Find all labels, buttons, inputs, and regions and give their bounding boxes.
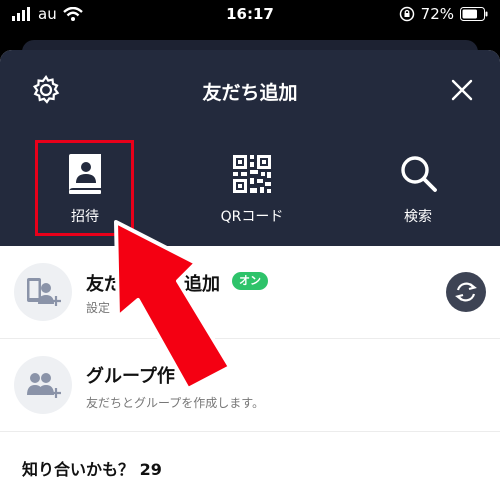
add-friends-sheet: 友だち追加 招待 QRコード 検索 友だ 追加 オン 設定 グループ作 友だちと… [0,50,500,488]
sheet-header: 友だち追加 招待 QRコード 検索 [0,50,500,246]
auto-add-title-start: 友だ [86,274,122,295]
orientation-lock-icon [399,6,414,22]
row-divider [0,431,500,432]
auto-add-subtitle: 設定 [86,301,111,315]
qr-code-icon [233,155,271,193]
phone-add-icon [27,278,61,306]
auto-add-avatar [14,263,72,321]
close-icon[interactable] [446,74,478,106]
invite-highlight-box [35,140,134,236]
auto-add-status-badge: オン [232,272,268,290]
battery-icon [460,7,488,21]
sync-icon [455,282,477,302]
auto-add-title-end: 追加 [184,274,220,295]
qr-code-label: QRコード [220,209,284,225]
sheet-title: 友だち追加 [202,82,298,104]
search-button[interactable]: 検索 [358,144,478,234]
search-label: 検索 [404,209,432,225]
status-right-group: 72% [399,5,488,23]
group-add-icon [27,373,61,398]
create-group-subtitle: 友だちとグループを作成します。 [86,396,265,410]
sync-button[interactable] [446,272,486,312]
status-bar: au 16:17 72% [0,0,500,32]
battery-percent: 72% [420,5,454,23]
qr-code-button[interactable]: QRコード [192,144,312,234]
search-icon [401,156,437,192]
auto-add-friends-row[interactable]: 友だ 追加 オン 設定 [0,246,500,338]
create-group-row[interactable]: グループ作 友だちとグループを作成します。 [0,339,500,431]
suggestions-heading: 知り合いかも？ 29 [22,460,162,479]
create-group-title: グループ作 [86,366,175,387]
create-group-avatar [14,356,72,414]
